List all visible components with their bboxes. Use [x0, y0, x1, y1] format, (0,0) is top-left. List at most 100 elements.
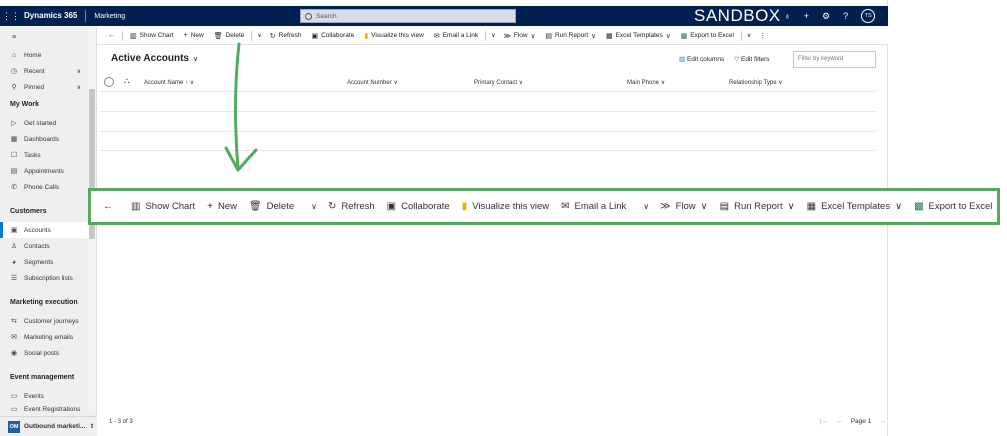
table-row[interactable]	[100, 111, 876, 112]
help-icon[interactable]: ?	[843, 11, 848, 21]
show-chart-button[interactable]: ▥ Show Chart	[125, 201, 201, 212]
export-excel-button[interactable]: ▩ Export to Excel	[676, 32, 739, 40]
view-selector[interactable]: Active Accounts ∨	[111, 53, 198, 64]
lightbulb-icon[interactable]: ♁	[784, 11, 791, 21]
back-arrow-icon: ←	[108, 32, 115, 39]
command-label: Delete	[266, 201, 295, 212]
divider	[122, 30, 123, 41]
new-button[interactable]: + New	[179, 32, 209, 39]
export-excel-button[interactable]: ▩ Export to Excel	[908, 201, 998, 212]
sidebar-item-contacts[interactable]: ♙ Contacts	[0, 238, 89, 254]
refresh-icon: ↻	[327, 201, 337, 212]
column-header-relationship-type[interactable]: Relationship Type ∨	[729, 79, 783, 86]
trash-icon: 🗑	[248, 201, 262, 212]
delete-button[interactable]: 🗑 Delete	[243, 201, 300, 212]
plus-icon[interactable]: +	[804, 11, 809, 21]
dashboard-icon: ▦	[10, 136, 18, 143]
app-launcher-icon[interactable]: ⋮⋮	[0, 6, 22, 26]
excel-templates-button[interactable]: ▦ Excel Templates ∨	[601, 32, 676, 40]
run-report-button[interactable]: ▤ Run Report ∨	[540, 32, 601, 40]
more-commands-button[interactable]: ⋮	[754, 32, 771, 40]
sidebar-item-label: Social posts	[24, 349, 60, 357]
user-avatar[interactable]: TS	[861, 9, 876, 23]
page-label: Page 1	[850, 418, 872, 425]
first-page-icon[interactable]: |←	[820, 418, 828, 425]
visualize-view-button[interactable]: ▮ Visualize this view	[456, 201, 555, 212]
column-header-label: Primary Contact	[474, 80, 518, 86]
visualize-view-button[interactable]: ▮ Visualize this view	[359, 32, 429, 40]
sidebar-item-dashboards[interactable]: ▦ Dashboards	[0, 131, 89, 147]
gear-icon[interactable]: ⚙	[822, 11, 830, 22]
command-label: Visualize this view	[472, 201, 550, 212]
home-icon: ⌂	[11, 51, 17, 59]
back-button[interactable]: ←	[103, 32, 120, 39]
export-dropdown-chevron[interactable]: ∨	[744, 32, 754, 39]
column-header-main-phone[interactable]: Main Phone ∨	[627, 79, 665, 86]
run-report-button[interactable]: ▤ Run Report ∨	[714, 201, 801, 212]
column-header-primary-contact[interactable]: Primary Contact ∨	[474, 79, 523, 86]
sidebar-item-label: Tasks	[24, 151, 41, 159]
table-row[interactable]	[100, 131, 876, 132]
column-header-account-name[interactable]: Account Name ↑ ∨	[144, 79, 194, 86]
refresh-button[interactable]: ↻ Refresh	[265, 32, 307, 40]
delete-dropdown-chevron[interactable]: ∨	[306, 202, 322, 211]
excel-templates-button[interactable]: ▦ Excel Templates ∨	[801, 201, 908, 212]
sidebar-item-phone-calls[interactable]: ✆ Phone Calls	[0, 179, 89, 195]
sidebar-item-label: Get started	[24, 119, 57, 127]
filter-keyword-input[interactable]: Filter by keyword	[793, 51, 876, 68]
app-name[interactable]: Dynamics 365	[22, 10, 87, 22]
select-all-checkbox[interactable]	[104, 77, 114, 87]
sidebar-item-tasks[interactable]: ☐ Tasks	[0, 147, 89, 163]
sidebar-item-segments[interactable]: ◕ Segments	[0, 254, 89, 270]
chart-icon: ▥	[130, 32, 137, 40]
email-link-button[interactable]: ✉ Email a Link	[555, 201, 632, 212]
delete-button[interactable]: 🗑 Delete	[209, 32, 250, 40]
command-label: Run Report	[554, 32, 589, 39]
column-header-account-number[interactable]: Account Number ∨	[347, 79, 398, 86]
sidebar-item-appointments[interactable]: ▤ Appointments	[0, 163, 89, 179]
sidebar-item-accounts[interactable]: ▣ Accounts	[0, 222, 89, 238]
section-marketing-execution: Marketing execution	[10, 299, 78, 306]
previous-page-icon[interactable]: ←	[836, 418, 843, 425]
hamburger-icon: ≡	[11, 33, 17, 41]
command-label: Refresh	[278, 32, 302, 39]
area-switcher[interactable]: OM Outbound marketi... ⇕	[0, 416, 97, 436]
edit-filters-button[interactable]: ▽ Edit filters	[734, 55, 769, 63]
command-label: Flow	[675, 201, 696, 212]
back-button[interactable]: ←	[97, 201, 119, 212]
edit-columns-button[interactable]: ▥ Edit columns	[679, 55, 724, 63]
email-dropdown-chevron[interactable]: ∨	[488, 32, 498, 39]
table-row[interactable]	[100, 150, 876, 151]
sidebar-item-recent[interactable]: ◷ Recent ∨	[0, 63, 89, 79]
global-search-input[interactable]: Search	[300, 9, 516, 23]
next-page-icon[interactable]: →	[879, 418, 886, 425]
sidebar-item-home[interactable]: ⌂ Home	[0, 47, 89, 63]
sidebar-item-marketing-emails[interactable]: ✉ Marketing emails	[0, 329, 89, 345]
sidebar-item-events[interactable]: ▭ Events	[0, 388, 89, 404]
flow-button[interactable]: ≫ Flow ∨	[654, 201, 714, 212]
sidebar-item-subscription-lists[interactable]: ☰ Subscription lists	[0, 270, 89, 286]
sidebar-item-pinned[interactable]: ⚲ Pinned ∨	[0, 79, 89, 95]
flow-button[interactable]: ≫ Flow ∨	[499, 32, 541, 40]
sidebar-item-label: Recent	[24, 67, 45, 75]
delete-dropdown-chevron[interactable]: ∨	[254, 32, 264, 39]
search-placeholder: Search	[316, 12, 337, 20]
chevron-down-icon: ∨	[895, 201, 903, 212]
chevron-down-icon: ∨	[76, 84, 81, 91]
sidebar-item-social-posts[interactable]: ◉ Social posts	[0, 345, 89, 361]
show-chart-button[interactable]: ▥ Show Chart	[125, 32, 179, 40]
hierarchy-icon[interactable]: ⛬	[124, 76, 130, 86]
sidebar-item-customer-journeys[interactable]: ⇆ Customer journeys	[0, 313, 89, 329]
email-link-button[interactable]: ✉ Email a Link	[429, 32, 483, 40]
record-count: 1 - 3 of 3	[109, 419, 133, 425]
collaborate-button[interactable]: ▣ Collaborate	[306, 32, 359, 40]
sidebar-item-event-registrations[interactable]: ▭ Event Registrations	[0, 404, 89, 414]
new-button[interactable]: + New	[201, 201, 243, 212]
refresh-button[interactable]: ↻ Refresh	[322, 201, 381, 212]
flow-icon: ≫	[503, 32, 511, 40]
sidebar-item-get-started[interactable]: ▷ Get started	[0, 115, 89, 131]
hamburger-menu[interactable]: ≡	[0, 29, 89, 45]
collaborate-button[interactable]: ▣ Collaborate	[381, 201, 456, 212]
calendar-icon: ▤	[10, 168, 18, 175]
email-dropdown-chevron[interactable]: ∨	[638, 202, 654, 211]
